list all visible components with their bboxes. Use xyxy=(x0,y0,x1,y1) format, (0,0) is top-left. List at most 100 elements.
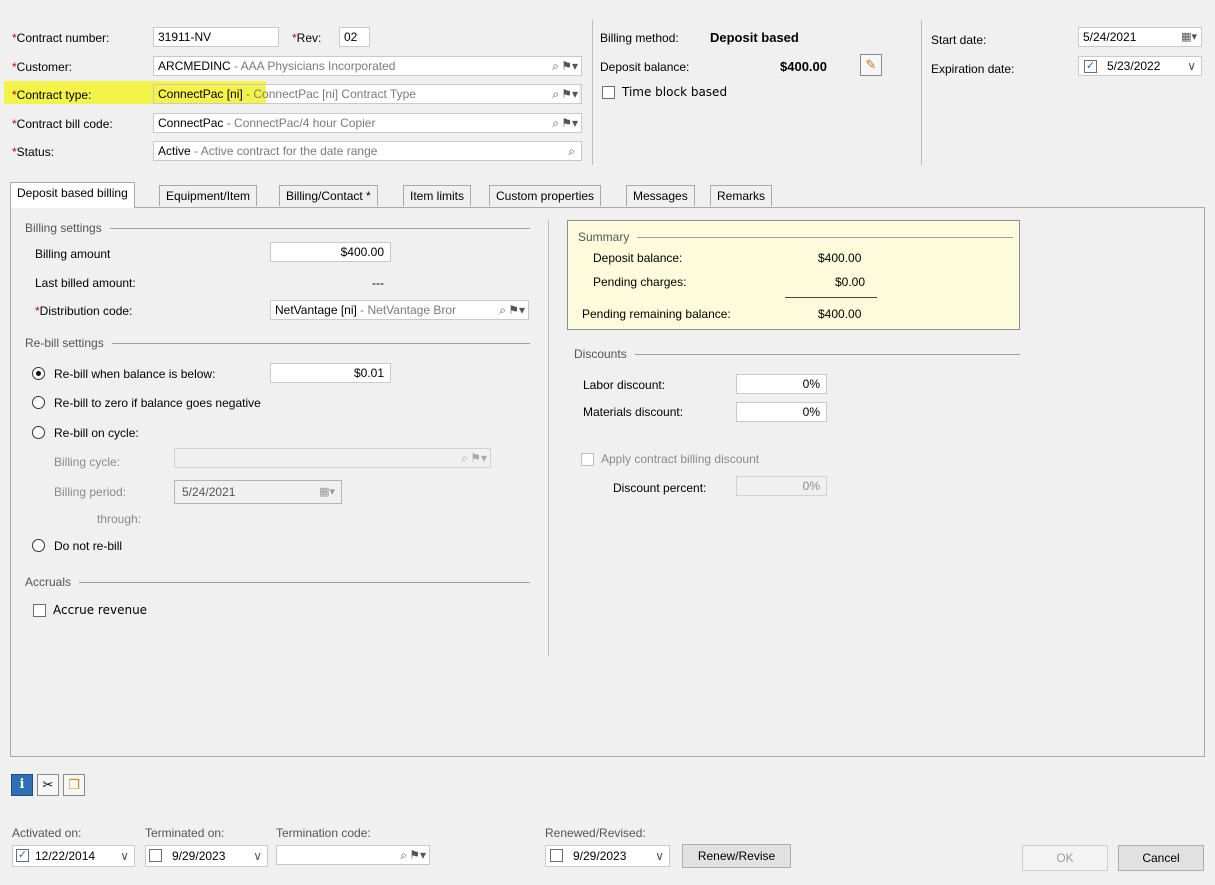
ok-button[interactable]: OK xyxy=(1022,845,1108,871)
tab-custom-properties[interactable]: Custom properties xyxy=(489,185,602,206)
billing-period-picker[interactable]: 5/24/2021 ▦▾ xyxy=(174,480,342,504)
cancel-button[interactable]: Cancel xyxy=(1118,845,1204,871)
chevron-down-icon[interactable]: ∨ xyxy=(120,846,129,866)
lookup-icon[interactable]: ⌕ xyxy=(400,846,407,864)
labor-discount-label: Labor discount: xyxy=(583,378,666,392)
start-date-picker[interactable]: 5/24/2021 ▦▾ xyxy=(1078,27,1202,47)
terminated-checkbox[interactable] xyxy=(149,849,162,862)
flag-dropdown-icon[interactable]: ⚑▾ xyxy=(561,114,578,132)
summary-deposit-value: $400.00 xyxy=(818,251,862,265)
contract-number-input[interactable]: 31911-NV xyxy=(153,27,279,47)
customer-field[interactable]: ARCMEDINC - AAA Physicians Incorporated … xyxy=(153,56,582,76)
renewed-checkbox[interactable] xyxy=(550,849,563,862)
rebill-settings-group: Re-bill settings xyxy=(25,336,530,350)
billing-cycle-label: Billing cycle: xyxy=(54,455,121,469)
last-billed-label: Last billed amount: xyxy=(35,276,136,290)
lookup-icon[interactable]: ⌕ xyxy=(499,301,506,319)
discount-percent-input[interactable]: 0% xyxy=(736,476,827,496)
termination-code-label: Termination code: xyxy=(276,826,371,840)
rebill-below-input[interactable]: $0.01 xyxy=(270,363,391,383)
tab-remarks[interactable]: Remarks xyxy=(710,185,773,206)
calendar-icon[interactable]: ▦▾ xyxy=(319,481,335,503)
billing-amount-input[interactable]: $400.00 xyxy=(270,242,391,262)
summary-rule xyxy=(785,297,877,298)
accrue-revenue-checkbox[interactable] xyxy=(33,604,46,617)
flag-dropdown-icon[interactable]: ⚑▾ xyxy=(561,57,578,75)
distribution-code-field[interactable]: NetVantage [ni] - NetVantage Bror ⌕ ⚑▾ xyxy=(270,300,529,320)
rebill-none-radio[interactable] xyxy=(32,539,45,552)
tab-equipment-item[interactable]: Equipment/Item xyxy=(159,185,258,206)
contract-type-field[interactable]: ConnectPac [ni] - ConnectPac [ni] Contra… xyxy=(153,84,582,104)
lookup-icon[interactable]: ⌕ xyxy=(552,85,559,103)
chevron-down-icon[interactable]: ∨ xyxy=(253,846,262,866)
activated-checkbox[interactable]: ✓ xyxy=(16,849,29,862)
paperclip-icon[interactable]: ✂ xyxy=(37,774,59,796)
summary-pending-label: Pending charges: xyxy=(593,275,687,289)
materials-discount-input[interactable]: 0% xyxy=(736,402,827,422)
renewed-label: Renewed/Revised: xyxy=(545,826,646,840)
distribution-code-label: *Distribution code: xyxy=(35,304,133,318)
lookup-icon[interactable]: ⌕ xyxy=(461,449,468,467)
rebill-none-label: Do not re-bill xyxy=(54,539,123,553)
flag-dropdown-icon[interactable]: ⚑▾ xyxy=(409,846,426,864)
rebill-below-label: Re-bill when balance is below: xyxy=(54,367,216,381)
rev-label: *Rev: xyxy=(292,31,322,45)
activated-label: Activated on: xyxy=(12,826,82,840)
summary-box: Summary Deposit balance: $400.00 Pending… xyxy=(567,220,1020,330)
last-billed-value: --- xyxy=(372,276,384,290)
labor-discount-input[interactable]: 0% xyxy=(736,374,827,394)
terminated-date-picker[interactable]: 9/29/2023 ∨ xyxy=(145,845,268,867)
chevron-down-icon[interactable]: ∨ xyxy=(655,846,664,866)
tab-deposit-based-billing[interactable]: Deposit based billing xyxy=(10,182,135,208)
start-date-label: Start date: xyxy=(931,33,987,47)
rebill-cycle-label: Re-bill on cycle: xyxy=(54,426,139,440)
materials-discount-label: Materials discount: xyxy=(583,405,684,419)
expiration-date-checkbox[interactable]: ✓ xyxy=(1084,60,1097,73)
accruals-group: Accruals xyxy=(25,575,530,589)
activated-date-picker[interactable]: 12/22/2014 ∨ xyxy=(12,845,135,867)
edit-pencil-icon[interactable]: ✎ xyxy=(860,54,882,76)
lookup-icon[interactable]: ⌕ xyxy=(568,142,575,160)
termination-code-field[interactable]: ⌕ ⚑▾ xyxy=(276,845,430,865)
summary-deposit-label: Deposit balance: xyxy=(593,251,683,265)
rev-input[interactable]: 02 xyxy=(339,27,370,47)
tab-messages[interactable]: Messages xyxy=(626,185,695,206)
copy-icon[interactable]: ❐ xyxy=(63,774,85,796)
chevron-down-icon[interactable]: ∨ xyxy=(1187,57,1196,75)
flag-dropdown-icon[interactable]: ⚑▾ xyxy=(508,301,525,319)
flag-dropdown-icon[interactable]: ⚑▾ xyxy=(561,85,578,103)
summary-pending-value: $0.00 xyxy=(835,275,866,289)
contract-type-label: *Contract type: xyxy=(12,88,92,102)
tab-item-limits[interactable]: Item limits xyxy=(403,185,471,206)
rebill-below-radio[interactable] xyxy=(32,367,45,380)
deposit-balance-label: Deposit balance: xyxy=(600,60,690,74)
renewed-date-picker[interactable]: 9/29/2023 ∨ xyxy=(545,845,670,867)
discounts-group: Discounts xyxy=(574,347,1020,361)
renew-revise-button[interactable]: Renew/Revise xyxy=(682,844,791,868)
contract-number-label: *Contract number: xyxy=(12,31,110,45)
info-icon[interactable]: i xyxy=(11,774,33,796)
rebill-cycle-radio[interactable] xyxy=(32,426,45,439)
lookup-people-icon[interactable]: ⌕ xyxy=(552,114,559,132)
lookup-icon[interactable]: ⌕ xyxy=(552,57,559,75)
time-block-checkbox[interactable] xyxy=(602,86,615,99)
apply-discount-checkbox[interactable] xyxy=(581,453,594,466)
billing-amount-label: Billing amount xyxy=(35,247,111,261)
header-divider-2 xyxy=(921,20,922,165)
bill-code-field[interactable]: ConnectPac - ConnectPac/4 hour Copier ⌕ ⚑… xyxy=(153,113,582,133)
flag-dropdown-icon[interactable]: ⚑▾ xyxy=(470,449,487,467)
discount-percent-label: Discount percent: xyxy=(613,481,707,495)
rebill-zero-label: Re-bill to zero if balance goes negative xyxy=(54,396,261,410)
header-divider xyxy=(592,20,593,165)
rebill-zero-radio[interactable] xyxy=(32,396,45,409)
status-field[interactable]: Active - Active contract for the date ra… xyxy=(153,141,582,161)
through-label: through: xyxy=(97,512,142,526)
billing-cycle-field[interactable]: ⌕ ⚑▾ xyxy=(174,448,491,468)
billing-settings-group: Billing settings xyxy=(25,221,530,235)
calendar-icon[interactable]: ▦▾ xyxy=(1181,28,1197,46)
tab-billing-contact[interactable]: Billing/Contact * xyxy=(279,185,378,206)
terminated-label: Terminated on: xyxy=(145,826,225,840)
billing-method-value: Deposit based xyxy=(710,30,799,45)
billing-method-label: Billing method: xyxy=(600,31,679,45)
summary-remaining-label: Pending remaining balance: xyxy=(582,307,731,321)
